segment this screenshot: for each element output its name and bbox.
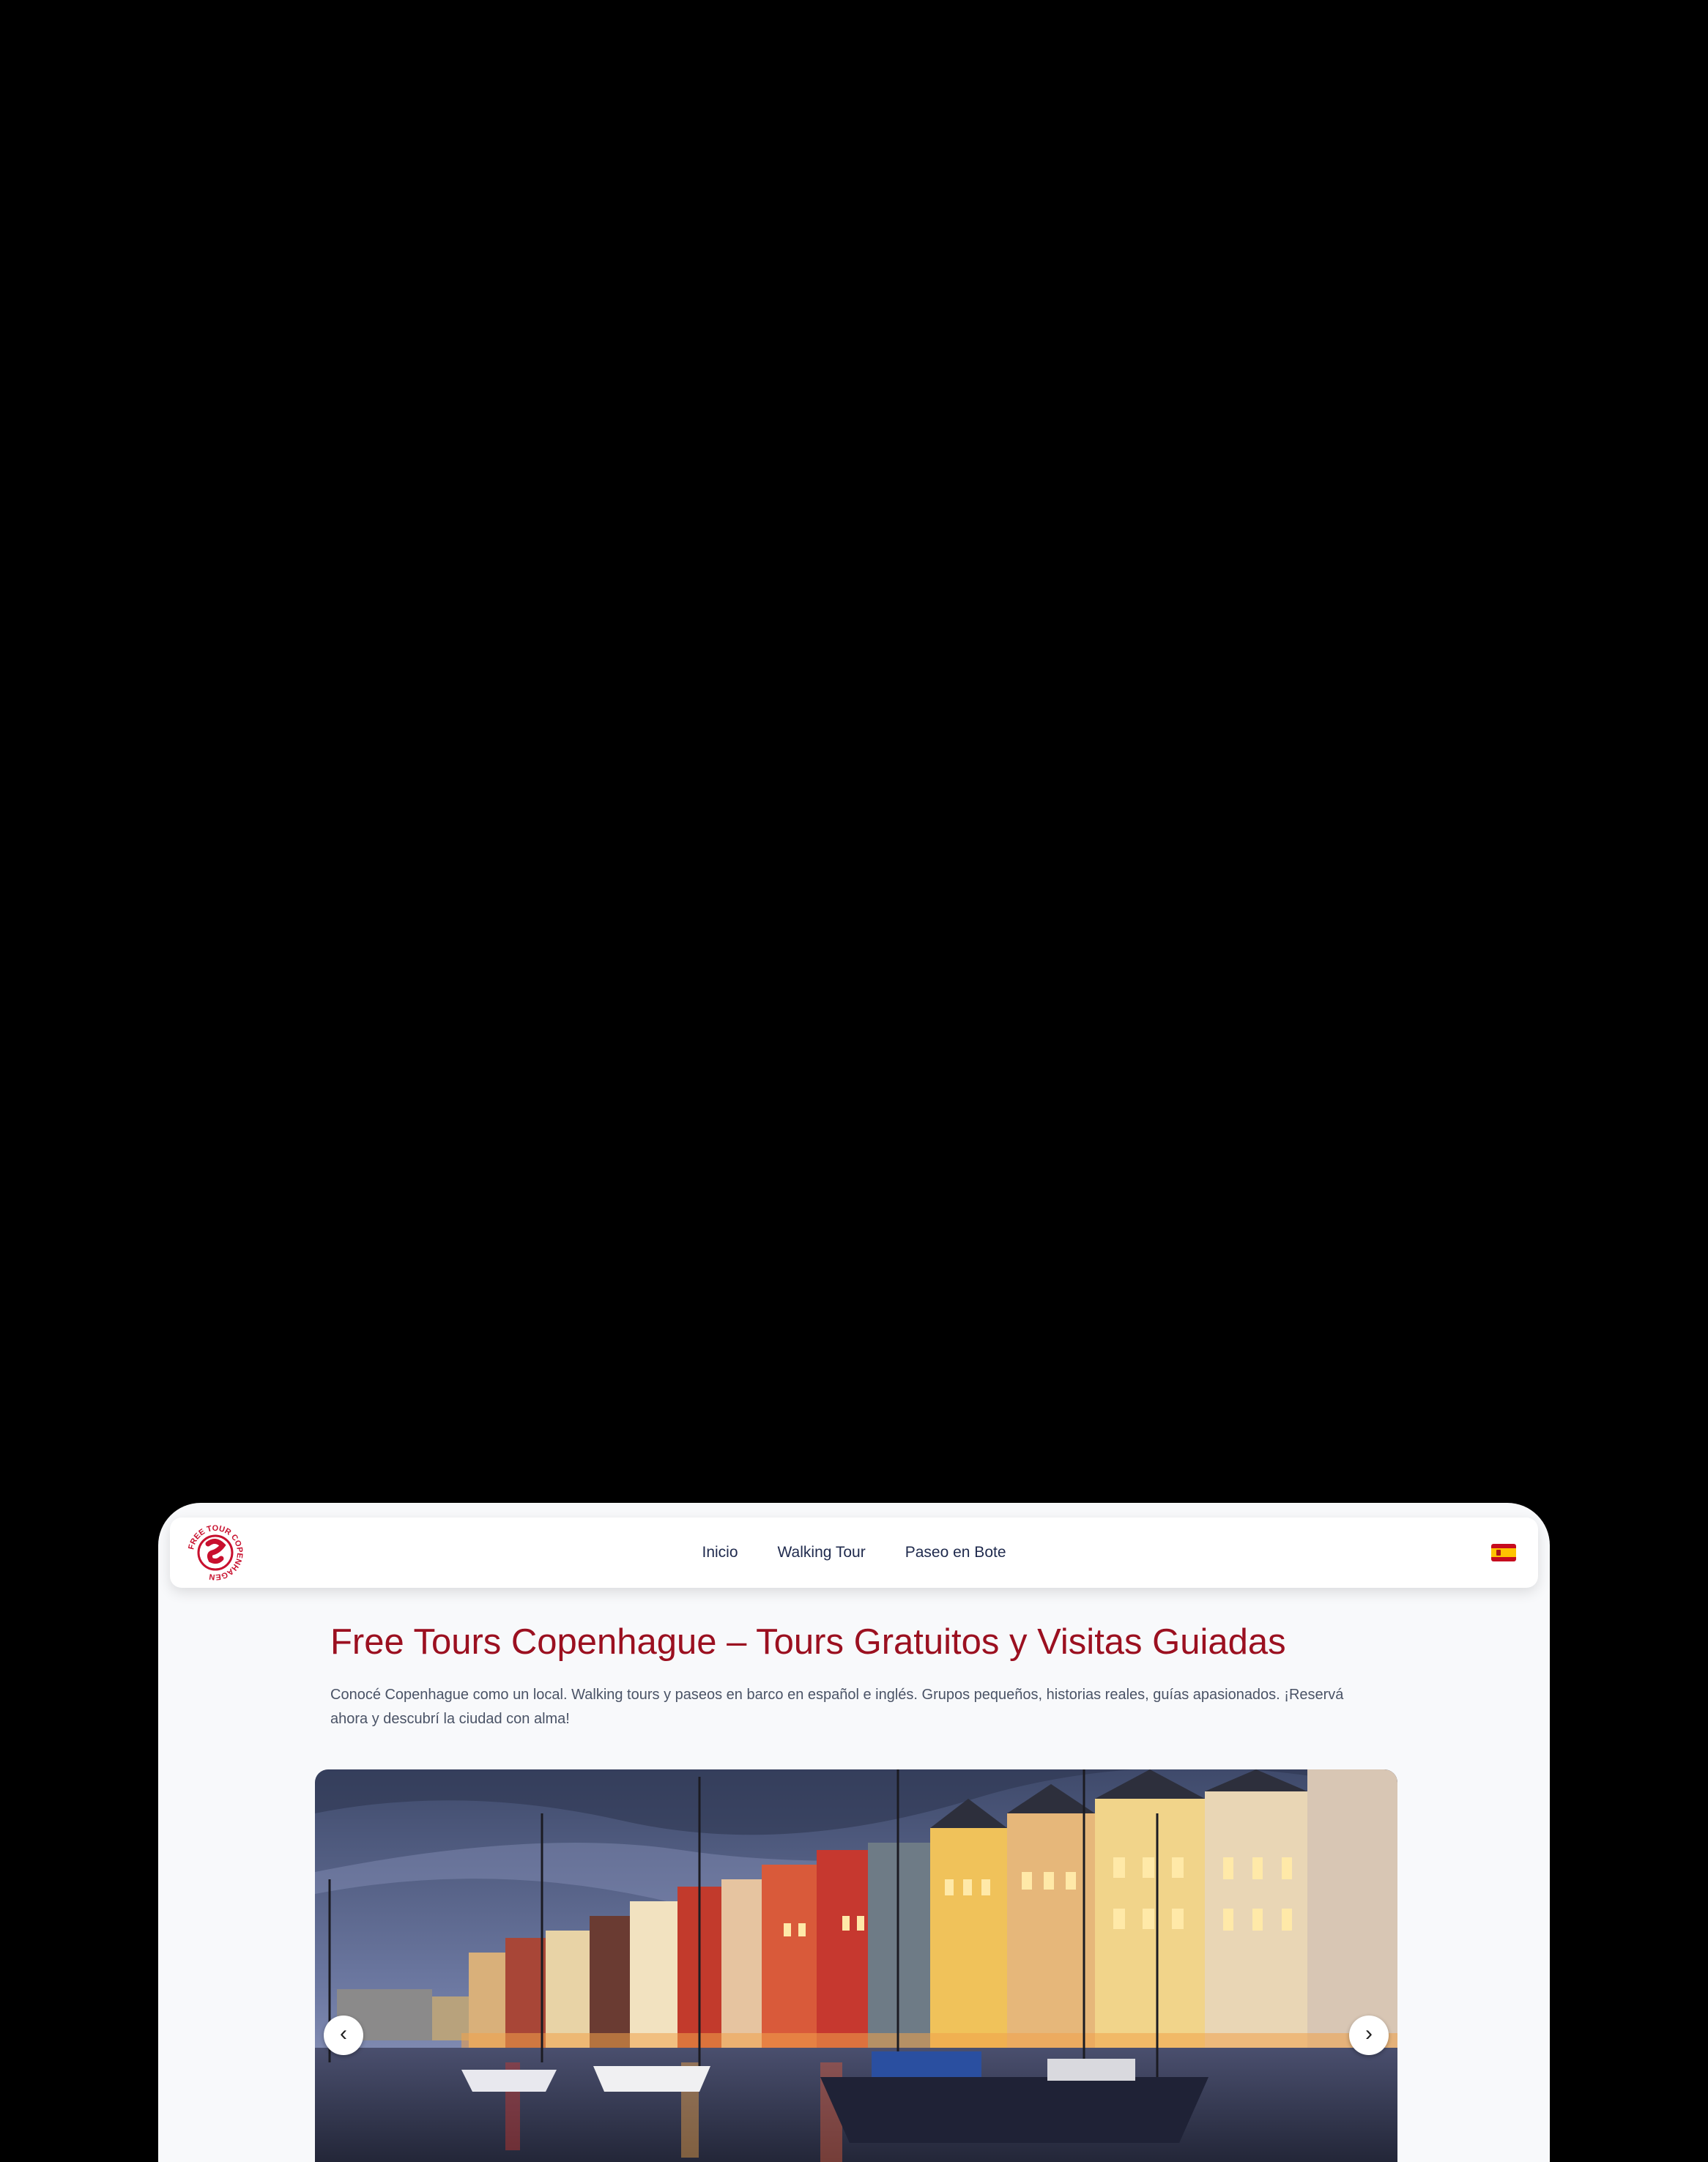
carousel-prev-button[interactable]: ‹: [324, 2016, 363, 2055]
browser-window: FREE TOUR COPENHAGEN Inicio Walking Tour…: [158, 1503, 1550, 2162]
nav-link-walking-tour[interactable]: Walking Tour: [778, 1544, 866, 1561]
hero-image: [315, 1769, 1397, 2162]
spain-flag-icon[interactable]: [1491, 1544, 1516, 1561]
carousel-next-button[interactable]: ›: [1349, 2016, 1389, 2055]
page-title: Free Tours Copenhague – Tours Gratuitos …: [330, 1622, 1286, 1662]
nav-link-inicio[interactable]: Inicio: [702, 1544, 738, 1561]
main-nav: Inicio Walking Tour Paseo en Bote: [170, 1518, 1538, 1588]
top-navbar: FREE TOUR COPENHAGEN Inicio Walking Tour…: [170, 1518, 1538, 1588]
hero-carousel: ‹ ›: [315, 1769, 1397, 2162]
nav-link-paseo-en-bote[interactable]: Paseo en Bote: [905, 1544, 1006, 1561]
page-description: Conocé Copenhague como un local. Walking…: [330, 1687, 1344, 1727]
